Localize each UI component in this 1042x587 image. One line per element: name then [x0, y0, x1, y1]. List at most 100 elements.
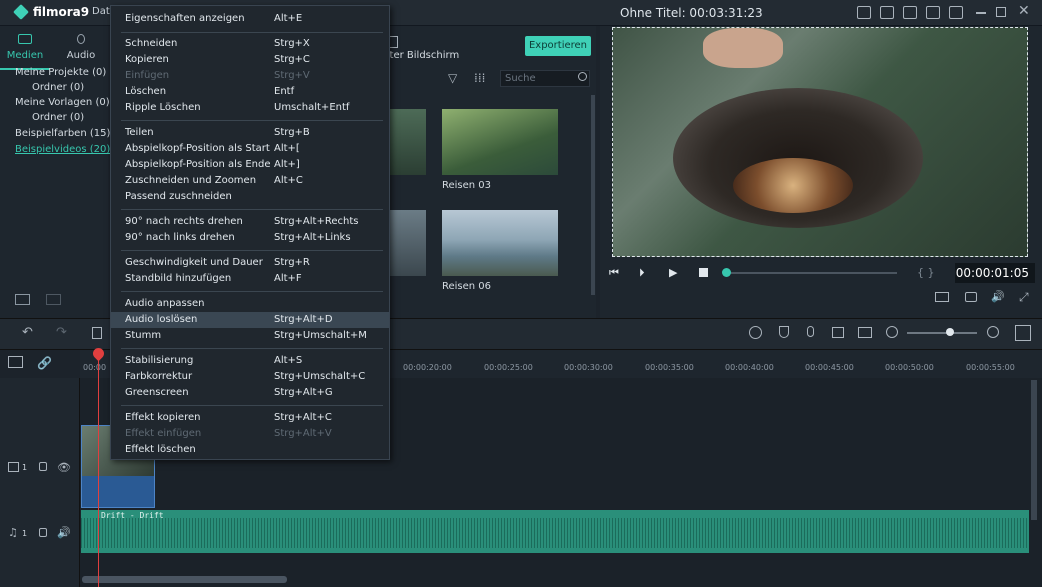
fullscreen-icon[interactable]: ⤢	[1019, 290, 1029, 305]
menu-item-schneiden[interactable]: Schneiden Strg+X	[111, 36, 389, 52]
eye-icon[interactable]: 👁	[57, 461, 71, 474]
render-icon[interactable]	[935, 292, 949, 302]
menu-item-greenscreen[interactable]: Greenscreen Strg+Alt+G	[111, 385, 389, 401]
media-thumbnail-reisen-06[interactable]	[442, 210, 558, 276]
media-scrollbar[interactable]	[591, 95, 595, 295]
speaker-icon[interactable]: 🔊	[57, 526, 71, 539]
music-note-icon	[77, 34, 85, 44]
menu-separator	[121, 405, 383, 406]
undo-icon[interactable]: ↶	[22, 325, 33, 340]
tab-medien[interactable]: Medien	[0, 34, 50, 64]
ruler-label: 00:00:35:00	[645, 363, 694, 372]
menu-item-kopieren[interactable]: Kopieren Strg+C	[111, 52, 389, 68]
export-button[interactable]: Exportieren	[525, 36, 591, 56]
menu-item-fit-crop[interactable]: Passend zuschneiden	[111, 189, 389, 205]
menu-separator	[121, 120, 383, 121]
volume-icon[interactable]: 🔊	[991, 290, 1005, 303]
tree-meine-vorlagen[interactable]: Meine Vorlagen (0)	[15, 97, 123, 108]
zoom-slider-handle[interactable]	[946, 328, 954, 336]
layout-toggle-icon[interactable]	[1015, 325, 1031, 341]
cart-icon[interactable]	[880, 6, 894, 19]
audio-clip-label: Drift - Drift	[101, 511, 164, 520]
lock-icon[interactable]	[39, 462, 47, 471]
audio-track-icon: ♫	[8, 526, 18, 539]
timeline-v-scrollbar[interactable]	[1031, 380, 1037, 520]
media-thumbnail[interactable]	[390, 210, 426, 276]
tree-meine-projekte[interactable]: Meine Projekte (0)	[15, 67, 123, 78]
menu-item-teilen[interactable]: Teilen Strg+B	[111, 125, 389, 141]
track-headers	[0, 378, 80, 587]
maximize-icon[interactable]	[996, 7, 1006, 17]
search-input[interactable]: Suche	[500, 70, 590, 87]
play-icon[interactable]: ▶	[669, 266, 677, 279]
menu-item-loeschen[interactable]: Löschen Entf	[111, 84, 389, 100]
redo-icon[interactable]: ↷	[56, 325, 67, 340]
media-library-panel: Medien Audio Meine Projekte (0) Ordner (…	[0, 26, 110, 318]
zoom-slider[interactable]	[907, 332, 977, 334]
add-track-icon[interactable]	[8, 356, 23, 368]
download-icon[interactable]	[949, 6, 963, 19]
menu-item-rotate-left[interactable]: 90° nach links drehen Strg+Alt+Links	[111, 230, 389, 246]
menu-item-playhead-end[interactable]: Abspielkopf-Position als Ende Alt+]	[111, 157, 389, 173]
video-track-icon	[8, 462, 19, 472]
tree-beispielfarben[interactable]: Beispielfarben (15)	[15, 128, 123, 139]
scrubber-handle[interactable]	[722, 268, 731, 277]
zoom-out-icon[interactable]	[886, 326, 898, 338]
filter-icon[interactable]: ▽	[448, 71, 457, 85]
snapshot-icon[interactable]	[965, 292, 977, 302]
preview-scrubber[interactable]	[725, 272, 897, 274]
new-folder-icon[interactable]	[15, 294, 30, 305]
timeline-h-scrollbar[interactable]	[82, 576, 287, 583]
ruler-label: 00:00:45:00	[805, 363, 854, 372]
media-thumbnail-reisen-03[interactable]	[442, 109, 558, 175]
folder-icon	[18, 34, 32, 44]
menu-item-einfuegen: Einfügen Strg+V	[125, 70, 310, 81]
delete-folder-icon[interactable]	[46, 294, 61, 305]
frame-play-icon[interactable]: ⏵	[639, 266, 645, 280]
menu-separator	[121, 32, 383, 33]
menu-datei[interactable]: Dat	[92, 6, 110, 17]
audio-track-index: 1	[22, 529, 28, 538]
stop-icon[interactable]	[699, 268, 708, 277]
split-screen-label[interactable]: ilter Bildschirm	[384, 50, 459, 61]
ruler-label: 00:00:50:00	[885, 363, 934, 372]
mark-in-out-icon[interactable]: { }	[917, 266, 935, 279]
menu-item-speed-duration[interactable]: Geschwindigkeit und Dauer Strg+R	[111, 255, 389, 271]
menu-item-paste-effect: Effekt einfügen Strg+Alt+V	[125, 428, 332, 439]
menu-item-copy-effect[interactable]: Effekt kopieren Strg+Alt+C	[111, 410, 389, 426]
marker-icon[interactable]	[779, 326, 789, 338]
playhead[interactable]	[98, 352, 99, 587]
menu-item-delete-effect[interactable]: Effekt löschen	[111, 442, 389, 458]
menu-item-crop-zoom[interactable]: Zuschneiden und Zoomen Alt+C	[111, 173, 389, 189]
audio-mixer-icon[interactable]	[832, 327, 844, 338]
menu-item-adjust-audio[interactable]: Audio anpassen	[111, 296, 389, 312]
tree-beispielvideos[interactable]: Beispielvideos (20)	[15, 144, 123, 155]
save-icon[interactable]	[903, 6, 917, 19]
zoom-in-icon[interactable]	[987, 326, 999, 338]
menu-item-mute[interactable]: Stumm Strg+Umschalt+M	[111, 328, 389, 344]
tab-audio[interactable]: Audio	[56, 34, 106, 64]
menu-item-stabilization[interactable]: Stabilisierung Alt+S	[111, 353, 389, 369]
fit-timeline-icon[interactable]	[858, 327, 872, 338]
menu-item-color-correction[interactable]: Farbkorrektur Strg+Umschalt+C	[111, 369, 389, 385]
search-icon[interactable]	[578, 72, 587, 81]
trash-icon[interactable]	[92, 327, 102, 339]
link-icon[interactable]: 🔗	[37, 356, 52, 370]
skip-back-icon[interactable]: ⏮	[609, 266, 619, 280]
close-icon[interactable]: ✕	[1018, 3, 1030, 19]
audio-lock-icon[interactable]	[39, 528, 47, 537]
menu-item-ripple-loeschen[interactable]: Ripple Löschen Umschalt+Entf	[111, 100, 389, 116]
menu-item-detach-audio[interactable]: Audio loslösen Strg+Alt+D	[111, 312, 389, 328]
speed-icon[interactable]	[749, 326, 762, 339]
menu-item-freeze-frame[interactable]: Standbild hinzufügen Alt+F	[111, 271, 389, 287]
mail-icon[interactable]	[926, 6, 940, 19]
media-label-reisen-03: Reisen 03	[442, 180, 492, 191]
microphone-icon[interactable]	[807, 326, 814, 337]
menu-item-playhead-start[interactable]: Abspielkopf-Position als Start Alt+[	[111, 141, 389, 157]
account-icon[interactable]	[857, 6, 871, 19]
media-thumbnail[interactable]	[390, 109, 426, 175]
grid-icon[interactable]: ⁞⁞⁞	[474, 71, 485, 85]
menu-item-eigenschaften[interactable]: Eigenschaften anzeigen Alt+E	[111, 11, 389, 27]
menu-item-rotate-right[interactable]: 90° nach rechts drehen Strg+Alt+Rechts	[111, 214, 389, 230]
minimize-icon[interactable]	[976, 12, 986, 14]
